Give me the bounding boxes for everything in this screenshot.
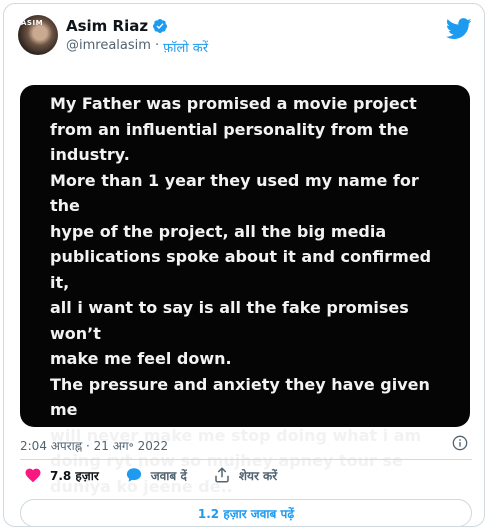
tweet-embed-card: ASIM Asim Riaz @imrealasim · फ़ॉलो करें … [3,3,485,527]
avatar-logo-text: ASIM [21,19,44,27]
twitter-bird-icon[interactable] [446,18,472,40]
read-replies-button[interactable]: 1.2 हज़ार जवाब पढ़ें [20,499,472,527]
heart-icon [25,468,41,483]
tweet-timestamp[interactable]: 2:04 अपराह्न · 21 अग॰ 2022 [20,439,168,453]
divider [20,459,472,460]
verified-badge-icon [153,19,168,33]
like-count: 7.8 हज़ार [50,468,99,483]
share-button[interactable]: शेयर करें [213,466,277,484]
reply-label: जवाब दें [150,468,187,483]
author-name-row: Asim Riaz [66,17,168,35]
share-icon [215,467,229,483]
info-icon[interactable] [452,435,468,451]
author-display-name[interactable]: Asim Riaz [66,17,148,35]
share-label: शेयर करें [238,468,278,483]
reply-button[interactable]: जवाब दें [125,466,187,484]
tweet-image[interactable]: My Father was promised a movie project f… [20,85,470,496]
author-handle-row: @imrealasim · फ़ॉलो करें [66,38,208,56]
handle-separator: · [154,38,160,53]
follow-link[interactable]: फ़ॉलो करें [163,38,208,56]
author-handle[interactable]: @imrealasim [66,38,151,56]
avatar[interactable]: ASIM [18,15,58,55]
tweet-meta: 2:04 अपराह्न · 21 अग॰ 2022 [20,435,482,454]
reply-icon [126,468,141,482]
like-button[interactable]: 7.8 हज़ार [24,466,99,484]
action-bar: 7.8 हज़ार जवाब दें शेयर करें [24,466,303,484]
